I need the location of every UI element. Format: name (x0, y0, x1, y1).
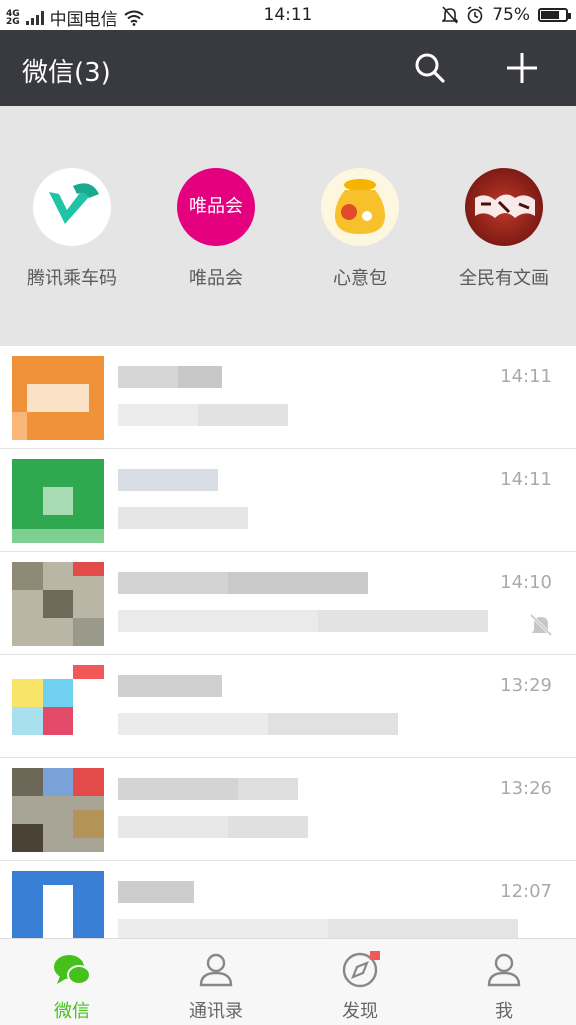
chat-time: 14:11 (500, 366, 552, 387)
compass-icon (342, 951, 380, 988)
battery-fill (541, 11, 559, 19)
chat-row[interactable]: 13:29 (0, 655, 576, 758)
chat-time: 13:29 (500, 675, 552, 696)
chat-time: 14:10 (500, 572, 552, 593)
quanmin-wenhua-icon (465, 168, 543, 246)
chat-bubble-icon (54, 955, 91, 985)
chat-list: 14:11 14:11 14:10 13:29 13:26 12:07 (0, 346, 576, 964)
mini-program-xinyibao[interactable]: 心意包 (288, 168, 432, 290)
tab-label: 发现 (342, 1001, 378, 1022)
chat-preview-blurred (118, 610, 488, 632)
mini-program-label: 心意包 (333, 268, 387, 289)
status-bar: 4G 2G 中国电信 14:11 75% (0, 0, 576, 30)
avatar (12, 356, 104, 440)
bottom-tab-bar: 微信 通讯录 发现 我 (0, 938, 576, 1025)
contacts-icon (199, 953, 233, 987)
chat-row[interactable]: 14:11 (0, 449, 576, 552)
mute-bell-icon (442, 6, 459, 24)
avatar (12, 665, 104, 749)
alarm-icon (467, 6, 483, 24)
tab-label: 通讯录 (189, 1001, 243, 1022)
money-bag-icon (321, 168, 399, 246)
add-icon[interactable] (504, 50, 540, 86)
chat-name-blurred (118, 675, 222, 697)
app-header: 微信(3) (0, 30, 576, 106)
avatar (12, 459, 104, 543)
chat-name-blurred (118, 366, 222, 388)
tencent-ride-code-icon (33, 168, 111, 246)
page-title: 微信(3) (22, 58, 111, 88)
tab-chats[interactable]: 微信 (0, 939, 144, 1025)
mini-programs-panel: 腾讯乘车码 唯品会 唯品会 心意包 全民有文画 (0, 106, 576, 346)
chat-row[interactable]: 13:26 (0, 758, 576, 861)
chat-name-blurred (118, 572, 368, 594)
chat-time: 14:11 (500, 469, 552, 490)
tab-discover[interactable]: 发现 (288, 939, 432, 1025)
mini-program-label: 全民有文画 (459, 268, 549, 289)
person-icon (487, 953, 521, 987)
mini-program-tencent-ride-code[interactable]: 腾讯乘车码 (0, 168, 144, 290)
tab-contacts[interactable]: 通讯录 (144, 939, 288, 1025)
chat-row[interactable]: 14:11 (0, 346, 576, 449)
search-icon[interactable] (412, 50, 448, 86)
chat-preview-blurred (118, 507, 248, 529)
chat-preview-blurred (118, 713, 398, 735)
chat-preview-blurred (118, 404, 288, 426)
chat-time: 13:26 (500, 778, 552, 799)
avatar (12, 562, 104, 646)
chat-name-blurred (118, 469, 218, 491)
tab-me[interactable]: 我 (432, 939, 576, 1025)
chat-preview-blurred (118, 816, 308, 838)
chat-name-blurred (118, 778, 298, 800)
tab-label: 我 (495, 1001, 513, 1022)
battery-percent: 75% (492, 5, 530, 25)
mini-program-label: 腾讯乘车码 (27, 268, 117, 289)
avatar (12, 768, 104, 852)
chat-row[interactable]: 14:10 (0, 552, 576, 655)
chat-time: 12:07 (500, 881, 552, 902)
vipshop-icon: 唯品会 (177, 168, 255, 246)
chat-name-blurred (118, 881, 194, 903)
mini-program-quanmin-wenhua[interactable]: 全民有文画 (432, 168, 576, 290)
battery-icon (538, 8, 571, 22)
mini-program-vipshop[interactable]: 唯品会 唯品会 (144, 168, 288, 290)
mute-bell-icon (529, 613, 553, 637)
tab-label: 微信 (54, 1001, 90, 1022)
mini-program-label: 唯品会 (189, 268, 243, 289)
